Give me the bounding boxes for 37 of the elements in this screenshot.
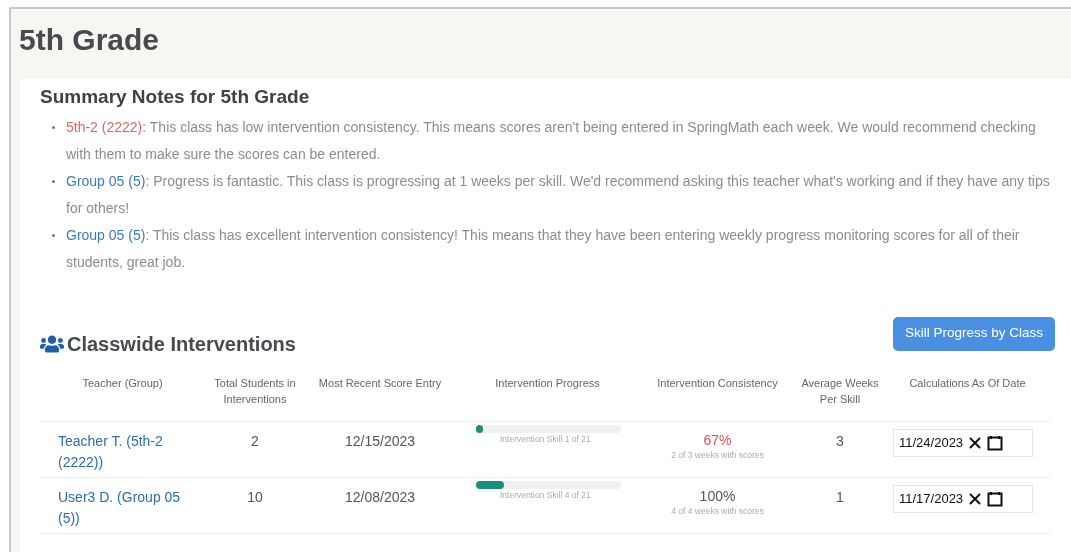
consistency-detail: 4 of 4 weeks with scores [671, 504, 764, 518]
clear-icon[interactable] [969, 492, 982, 505]
teacher-link[interactable]: Teacher T. (5th-2 (2222)) [58, 430, 197, 473]
column-header: Average Weeks Per Skill [801, 375, 879, 407]
table-cell-text: 12/15/2023 [344, 431, 416, 451]
bullet-icon [52, 125, 55, 129]
consistency-percent: 100% [699, 486, 736, 505]
date-field[interactable]: 11/24/2023 [893, 428, 1033, 457]
calendar-icon[interactable] [987, 490, 1004, 507]
consistency-percent: 67% [703, 430, 732, 449]
bullet-icon [52, 179, 55, 183]
column-header: Most Recent Score Entry [318, 375, 442, 391]
page-title: 5th Grade [18, 22, 160, 58]
column-header: Total Students in Interventions [213, 375, 297, 407]
column-header: Intervention Consistency [657, 375, 778, 391]
table-cell-text: 3 [836, 431, 844, 451]
skill-progress-button[interactable]: Skill Progress by Class [892, 316, 1055, 351]
progress-label: Intervention Skill 1 of 21 [500, 432, 591, 446]
summary-note: Group 05 (5): This class has excellent intervention consistency! This means that they have been entering weekly progress monitoring scores for all of their students, great job. [66, 225, 1021, 272]
teacher-link[interactable]: User3 D. (Group 05 (5)) [58, 486, 197, 529]
calendar-icon[interactable] [987, 434, 1004, 451]
bullet-icon [52, 233, 55, 237]
column-header: Intervention Progress [495, 375, 600, 391]
date-field[interactable]: 11/17/2023 [893, 484, 1033, 513]
table-cell-text: 2 [251, 431, 259, 451]
column-header: Calculations As Of Date [909, 375, 1026, 391]
summary-note: Group 05 (5): Progress is fantastic. This class is progressing at 1 weeks per skill. We'd recommend asking this teacher what's working and if they have any tips for others! [66, 171, 1051, 218]
progress-label: Intervention Skill 4 of 21 [500, 488, 591, 502]
section-title: Classwide Interventions [67, 331, 296, 357]
summary-note: 5th-2 (2222): This class has low intervention consistency. This means scores aren't being entered in SpringMath each week. We would recommend checking with them to make sure the scores can be entered. [66, 117, 1037, 164]
table-cell-text: 12/08/2023 [344, 487, 416, 507]
table-cell-text: 1 [836, 487, 844, 507]
clear-icon[interactable] [969, 436, 982, 449]
column-header: Teacher (Group) [82, 375, 163, 391]
consistency-detail: 2 of 3 weeks with scores [671, 448, 764, 462]
summary-title: Summary Notes for 5th Grade [40, 85, 310, 109]
table-cell-text: 10 [247, 487, 263, 507]
